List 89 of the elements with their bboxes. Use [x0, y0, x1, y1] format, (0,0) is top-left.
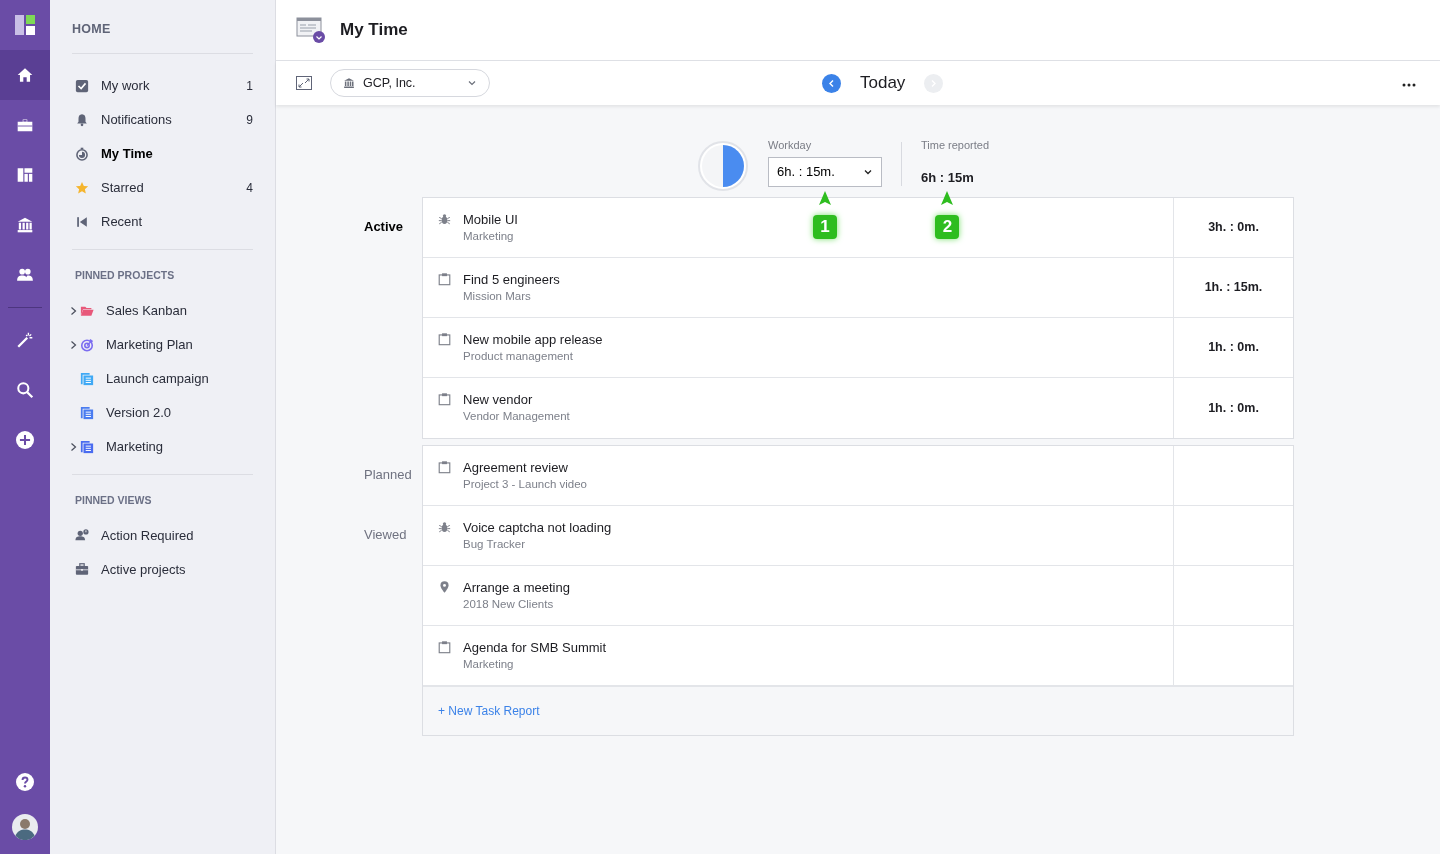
count-label: 4 [246, 179, 253, 197]
task-title[interactable]: Find 5 engineers [463, 271, 560, 288]
section-label: Planned [364, 466, 412, 485]
project-name: Project 3 - Launch video [463, 477, 588, 492]
project-name: Vendor Management [463, 409, 570, 424]
section-heading: PINNED VIEWS [74, 492, 153, 508]
page-title: My Time [340, 19, 408, 42]
skip-back-icon [75, 214, 89, 229]
bug-icon [438, 212, 451, 226]
checkbox-icon [75, 78, 89, 93]
fullscreen-button[interactable] [296, 76, 312, 90]
callout-arrow-icon [819, 190, 831, 205]
callout-arrow-icon [941, 191, 954, 205]
bell-icon [75, 112, 89, 127]
project-name: Bug Tracker [463, 537, 526, 552]
time-value: 3h. : 0m. [1208, 219, 1259, 237]
sidebar-item[interactable]: My work 1 [72, 68, 253, 103]
section-label: Viewed [364, 526, 407, 545]
previous-day-button[interactable] [822, 73, 841, 93]
time-value: 1h. : 0m. [1208, 339, 1259, 357]
time-value: 1h. : 0m. [1208, 399, 1259, 417]
field-label: Workday [768, 138, 813, 153]
people-icon [16, 266, 34, 284]
sidebar-item[interactable]: Starred 4 [72, 170, 253, 205]
task-title[interactable]: Agreement review [463, 459, 588, 476]
clipboard-icon [438, 392, 451, 406]
chevron-down-icon [467, 78, 477, 88]
reported-time: 6h : 15m [921, 168, 974, 187]
count-label: 1 [246, 77, 253, 95]
pinned-project[interactable]: Sales Kanban [72, 293, 253, 328]
timesheet-icon [296, 17, 326, 43]
project-name: Product management [463, 349, 574, 364]
clipboard-icon [438, 332, 451, 346]
field-label: Time reported [921, 138, 990, 153]
board-icon [16, 166, 34, 184]
callout-badge: 1 [813, 214, 837, 239]
project-name: Mission Mars [463, 289, 532, 304]
task-title[interactable]: Mobile UI [463, 211, 518, 228]
pinned-view[interactable]: Active projects [72, 552, 253, 587]
bank-icon [343, 77, 355, 89]
sidebar-item[interactable]: My Time [72, 136, 253, 171]
project-name: 2018 New Clients [463, 597, 555, 612]
briefcase-icon [75, 562, 89, 577]
date-label: Today [860, 72, 906, 95]
app-logo-icon [15, 15, 35, 35]
avatar-icon [12, 814, 38, 840]
sidebar-item[interactable]: Notifications 9 [72, 102, 253, 137]
briefcase-icon [16, 116, 34, 134]
expand-icon [296, 76, 312, 90]
clipboard-icon [438, 460, 451, 474]
home-icon [16, 66, 34, 84]
callout-badge: 2 [935, 215, 960, 239]
section-label: Active [364, 218, 404, 237]
search-icon [16, 381, 34, 399]
workday-progress-chart [698, 141, 748, 191]
task-title[interactable]: Agenda for SMB Summit [463, 639, 607, 656]
project-name: Marketing [463, 657, 515, 672]
workday-dropdown[interactable]: 6h. : 15m. [768, 156, 882, 187]
bug-icon [438, 520, 451, 534]
stopwatch-icon [75, 146, 89, 161]
person-alert-icon [75, 528, 89, 543]
task-title[interactable]: Voice captcha not loading [463, 519, 612, 536]
section-heading: HOME [72, 0, 253, 54]
more-icon [1402, 82, 1416, 87]
home-button[interactable] [0, 50, 50, 100]
pinned-project[interactable]: Version 2.0 [72, 395, 253, 430]
task-title[interactable]: New mobile app release [463, 331, 603, 348]
star-icon [75, 180, 89, 195]
project-name: Marketing [463, 229, 515, 244]
company-dropdown[interactable]: GCP, Inc. [330, 69, 490, 97]
section-heading: PINNED PROJECTS [74, 267, 176, 283]
task-title[interactable]: Arrange a meeting [463, 579, 570, 596]
location-pin-icon [438, 580, 451, 594]
clipboard-icon [438, 272, 451, 286]
add-icon [16, 431, 34, 449]
sidebar-item[interactable]: Recent [72, 204, 253, 239]
help-icon [16, 773, 34, 791]
bank-icon [16, 216, 34, 234]
pinned-project[interactable]: Marketing Plan [72, 327, 253, 362]
magic-wand-icon [16, 331, 34, 349]
pinned-project[interactable]: Marketing [72, 429, 253, 464]
pinned-project[interactable]: Launch campaign [72, 361, 253, 396]
clipboard-icon [438, 640, 451, 654]
pinned-view[interactable]: Action Required [72, 518, 253, 553]
chevron-left-icon [827, 78, 836, 88]
count-label: 9 [246, 111, 253, 129]
task-title[interactable]: New vendor [463, 391, 570, 408]
new-task-report-link[interactable]: + New Task Report [438, 702, 540, 720]
time-value: 1h. : 15m. [1204, 279, 1263, 297]
